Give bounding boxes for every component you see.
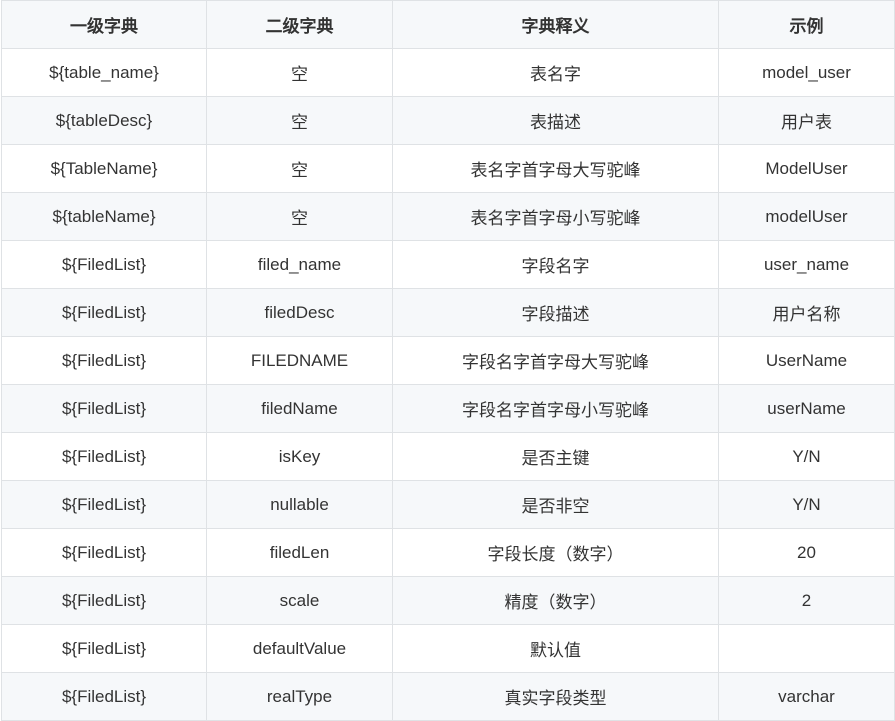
cell-example: userName xyxy=(718,384,895,433)
cell-level1: ${FiledList} xyxy=(1,480,207,529)
cell-level2: 空 xyxy=(206,96,393,145)
table-row: ${FiledList} FILEDNAME 字段名字首字母大写驼峰 UserName xyxy=(1,336,895,385)
cell-level1: ${FiledList} xyxy=(1,336,207,385)
cell-level2: 空 xyxy=(206,48,393,97)
table-row: ${FiledList} filedLen 字段长度（数字） 20 xyxy=(1,528,895,577)
cell-level2: scale xyxy=(206,576,393,625)
cell-level1: ${tableDesc} xyxy=(1,96,207,145)
cell-example: modelUser xyxy=(718,192,895,241)
table-row: ${tableName} 空表名字首字母小写驼峰 modelUser xyxy=(1,192,895,241)
dictionary-table: 一级字典 二级字典 字典释义 示例 ${table_name} 空表名字 model… xyxy=(1,0,895,721)
cell-level2: defaultValue xyxy=(206,624,393,673)
cell-example: 2 xyxy=(718,576,895,625)
cell-example: Y/N xyxy=(718,480,895,529)
cell-level2: filedName xyxy=(206,384,393,433)
cell-meaning: 字段名字 xyxy=(392,240,719,289)
cell-meaning: 精度（数字） xyxy=(392,576,719,625)
cell-meaning: 是否主键 xyxy=(392,432,719,481)
cell-level2: 空 xyxy=(206,192,393,241)
cell-level2: filedLen xyxy=(206,528,393,577)
table-row: ${FiledList} defaultValue 默认值 xyxy=(1,624,895,673)
table-row: ${FiledList} scale 精度（数字） 2 xyxy=(1,576,895,625)
table-body: ${table_name} 空表名字 model_user ${tableDesc} 空… xyxy=(1,48,895,721)
cell-example: varchar xyxy=(718,672,895,721)
table-row: ${FiledList} nullable 是否非空 Y/N xyxy=(1,480,895,529)
cell-example: UserName xyxy=(718,336,895,385)
cell-meaning: 真实字段类型 xyxy=(392,672,719,721)
cell-example: ModelUser xyxy=(718,144,895,193)
cell-meaning: 字段长度（数字） xyxy=(392,528,719,577)
cell-level1: ${FiledList} xyxy=(1,288,207,337)
cell-meaning: 表描述 xyxy=(392,96,719,145)
cell-level1: ${tableName} xyxy=(1,192,207,241)
cell-level1: ${FiledList} xyxy=(1,672,207,721)
cell-meaning: 表名字 xyxy=(392,48,719,97)
cell-meaning: 字段描述 xyxy=(392,288,719,337)
cell-meaning: 表名字首字母小写驼峰 xyxy=(392,192,719,241)
table-row: ${FiledList} realType 真实字段类型 varchar xyxy=(1,672,895,721)
table-row: ${FiledList} isKey 是否主键 Y/N xyxy=(1,432,895,481)
cell-level1: ${FiledList} xyxy=(1,432,207,481)
table-row: ${FiledList} filed_name 字段名字 user_name xyxy=(1,240,895,289)
cell-meaning: 是否非空 xyxy=(392,480,719,529)
cell-example xyxy=(718,624,895,673)
cell-level1: ${FiledList} xyxy=(1,528,207,577)
cell-level2: realType xyxy=(206,672,393,721)
cell-level2: 空 xyxy=(206,144,393,193)
header-level2: 二级字典 xyxy=(206,0,393,49)
cell-level2: nullable xyxy=(206,480,393,529)
header-level1: 一级字典 xyxy=(1,0,207,49)
cell-example: model_user xyxy=(718,48,895,97)
cell-meaning: 表名字首字母大写驼峰 xyxy=(392,144,719,193)
cell-level1: ${FiledList} xyxy=(1,384,207,433)
cell-level2: filed_name xyxy=(206,240,393,289)
cell-level2: FILEDNAME xyxy=(206,336,393,385)
table-header-row: 一级字典 二级字典 字典释义 示例 xyxy=(1,0,895,49)
header-meaning: 字典释义 xyxy=(392,0,719,49)
cell-level1: ${FiledList} xyxy=(1,576,207,625)
cell-level2: filedDesc xyxy=(206,288,393,337)
table-row: ${FiledList} filedDesc 字段描述 用户名称 xyxy=(1,288,895,337)
cell-level2: isKey xyxy=(206,432,393,481)
table-row: ${table_name} 空表名字 model_user xyxy=(1,48,895,97)
table-row: ${TableName} 空表名字首字母大写驼峰 ModelUser xyxy=(1,144,895,193)
cell-level1: ${FiledList} xyxy=(1,240,207,289)
cell-example: 20 xyxy=(718,528,895,577)
cell-example: Y/N xyxy=(718,432,895,481)
cell-example: 用户名称 xyxy=(718,288,895,337)
cell-level1: ${TableName} xyxy=(1,144,207,193)
cell-level1: ${FiledList} xyxy=(1,624,207,673)
cell-meaning: 字段名字首字母小写驼峰 xyxy=(392,384,719,433)
cell-meaning: 默认值 xyxy=(392,624,719,673)
cell-meaning: 字段名字首字母大写驼峰 xyxy=(392,336,719,385)
cell-example: user_name xyxy=(718,240,895,289)
table-row: ${FiledList} filedName 字段名字首字母小写驼峰 userName xyxy=(1,384,895,433)
cell-level1: ${table_name} xyxy=(1,48,207,97)
table-row: ${tableDesc} 空表描述 用户表 xyxy=(1,96,895,145)
cell-example: 用户表 xyxy=(718,96,895,145)
header-example: 示例 xyxy=(718,0,895,49)
